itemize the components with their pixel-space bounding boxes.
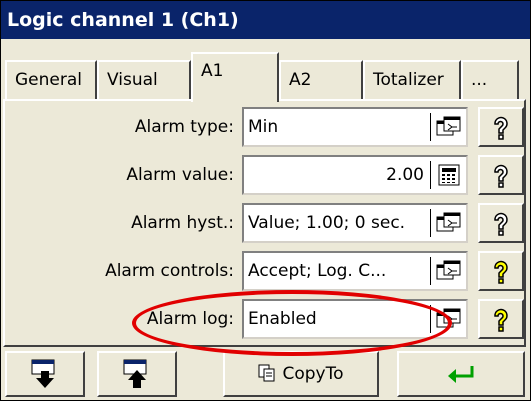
bottom-toolbar: CopyTo [1, 349, 530, 400]
alarm-log-row: Alarm log: Enabled [5, 299, 524, 339]
help-key-yellow-icon [494, 260, 508, 284]
alarm-value-field[interactable]: 2.00 [242, 155, 468, 195]
alarm-type-field[interactable]: Min [242, 107, 468, 147]
alarm-value-row: Alarm value: 2.00 [5, 155, 524, 195]
settings-dialog-icon[interactable] [436, 307, 462, 331]
enter-arrow-icon [448, 366, 474, 383]
alarm-hyst-value: Value; 1.00; 0 sec. [248, 213, 406, 233]
help-key-yellow-icon [494, 308, 508, 332]
dialog-window: Logic channel 1 (Ch1) General Visual A1 … [0, 0, 531, 401]
window-down-arrow-icon [31, 359, 55, 388]
alarm-controls-row: Alarm controls: Accept; Log. C... [5, 251, 524, 291]
alarm-log-label: Alarm log: [146, 309, 234, 329]
tab-visual-label: Visual [107, 70, 158, 90]
help-button[interactable] [478, 251, 524, 291]
help-key-icon [494, 164, 508, 188]
alarm-value-value: 2.00 [386, 165, 424, 185]
alarm-type-value: Min [248, 117, 279, 137]
tab-general[interactable]: General [5, 60, 97, 100]
alarm-controls-value: Accept; Log. C... [248, 261, 387, 281]
tab-panel-a1: Alarm type: Min Alarm value: 2.00 Alarm … [3, 99, 526, 347]
calculator-icon[interactable] [436, 163, 462, 187]
tab-a2[interactable]: A2 [279, 60, 363, 100]
help-key-icon [494, 116, 508, 140]
tab-visual[interactable]: Visual [97, 60, 191, 100]
copyto-button[interactable]: CopyTo [223, 351, 379, 397]
help-button[interactable] [478, 107, 524, 147]
alarm-type-label: Alarm type: [134, 117, 234, 137]
alarm-hyst-label: Alarm hyst.: [131, 213, 234, 233]
settings-dialog-icon[interactable] [436, 211, 462, 235]
copy-icon [258, 364, 275, 382]
move-down-button[interactable] [5, 351, 85, 397]
tab-a2-label: A2 [289, 70, 312, 90]
window-title: Logic channel 1 (Ch1) [1, 1, 530, 39]
tab-a1-label: A1 [201, 61, 224, 81]
help-button[interactable] [478, 299, 524, 339]
tab-strip: General Visual A1 A2 Totalizer ... [1, 39, 530, 102]
window-up-arrow-icon [123, 359, 147, 388]
tab-totalizer[interactable]: Totalizer [363, 60, 461, 100]
settings-dialog-icon[interactable] [436, 259, 462, 283]
alarm-value-label: Alarm value: [126, 165, 234, 185]
tab-more[interactable]: ... [461, 60, 519, 100]
enter-button[interactable] [397, 351, 525, 397]
alarm-controls-label: Alarm controls: [105, 261, 234, 281]
help-button[interactable] [478, 203, 524, 243]
alarm-type-row: Alarm type: Min [5, 107, 524, 147]
move-up-button[interactable] [97, 351, 177, 397]
alarm-hyst-field[interactable]: Value; 1.00; 0 sec. [242, 203, 468, 243]
alarm-hyst-row: Alarm hyst.: Value; 1.00; 0 sec. [5, 203, 524, 243]
settings-dialog-icon[interactable] [436, 115, 462, 139]
copyto-label: CopyTo [282, 364, 344, 384]
alarm-log-field[interactable]: Enabled [242, 299, 468, 339]
help-key-icon [494, 212, 508, 236]
tab-a1[interactable]: A1 [191, 52, 279, 102]
alarm-controls-field[interactable]: Accept; Log. C... [242, 251, 468, 291]
tab-general-label: General [15, 70, 82, 90]
tab-more-label: ... [471, 70, 488, 90]
alarm-log-value: Enabled [248, 309, 317, 329]
help-button[interactable] [478, 155, 524, 195]
tab-totalizer-label: Totalizer [373, 70, 444, 90]
